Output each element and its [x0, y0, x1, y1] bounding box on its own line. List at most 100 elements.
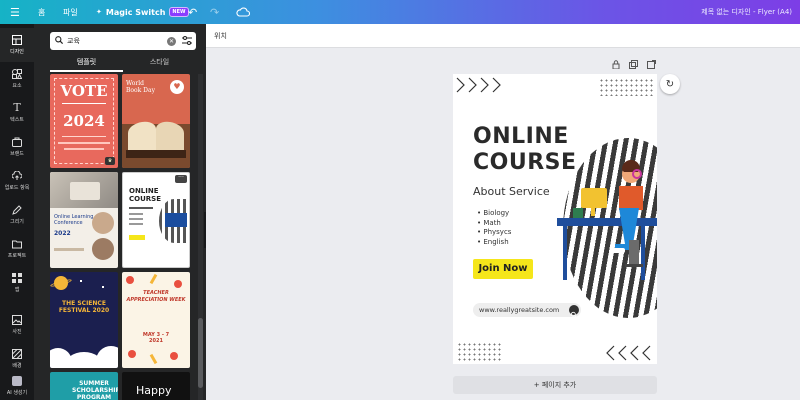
template-online-course[interactable]: ONLINE COURSE ··· [122, 172, 190, 268]
add-page-button[interactable]: + 페이지 추가 [453, 376, 657, 394]
rail-label: 프로젝트 [7, 253, 27, 259]
lock-icon[interactable] [612, 60, 620, 71]
rail-label: 그리기 [10, 219, 24, 225]
template-title: World Book Day [126, 80, 155, 94]
tab-templates[interactable]: 템플릿 [50, 54, 123, 72]
heart-icon: ♥ [170, 80, 184, 94]
flyer-page[interactable]: ONLINE COURSE About Service • Biology • … [453, 74, 657, 364]
dots-decor-bottom [457, 342, 501, 362]
tab-styles[interactable]: 스타일 [123, 54, 196, 72]
magic-icon: ✦ [96, 8, 102, 16]
url-pill: www.reallygreatsite.com [473, 303, 581, 317]
rail-label: 요소 [12, 83, 22, 89]
bullet-item: • English [477, 237, 509, 246]
crown-icon: ♛ [105, 157, 115, 165]
template-world-book-day[interactable]: World Book Day ♥ [122, 74, 190, 168]
shapes-icon [12, 69, 23, 79]
rail-ai[interactable]: AI 생성기 [0, 376, 34, 400]
rail-background[interactable]: 배경 [0, 342, 34, 376]
template-title: TEACHER APPRECIATION WEEK [126, 290, 186, 303]
rail-label: 사진 [12, 329, 22, 335]
apps-icon [12, 273, 22, 283]
rail-label: AI 생성기 [6, 390, 28, 396]
photo-icon [12, 315, 22, 325]
template-online-learning[interactable]: Online Learning Conference 2022 [50, 172, 118, 268]
ai-icon [12, 376, 22, 386]
rail-label: 배경 [12, 363, 22, 369]
template-year: 2024 [63, 112, 105, 130]
add-page-icon[interactable] [647, 60, 656, 71]
redo-icon[interactable]: ↷ [210, 0, 219, 24]
join-now-button[interactable]: Join Now [473, 259, 533, 279]
template-vote[interactable]: VOTE 2024 ♛ [50, 74, 118, 168]
new-badge: NEW [169, 7, 189, 17]
rail-label: 업로드 항목 [4, 185, 30, 191]
template-title: VOTE [60, 82, 108, 100]
brand-icon [12, 137, 22, 147]
rail-label: 텍스트 [10, 117, 24, 123]
template-title: ONLINE COURSE [129, 187, 161, 203]
background-icon [12, 349, 22, 359]
clear-search-icon[interactable]: ✕ [167, 36, 176, 46]
rail-draw[interactable]: 그리기 [0, 198, 34, 232]
refresh-icon[interactable]: ↻ [660, 74, 680, 94]
document-title[interactable]: 제목 없는 디자인 - Flyer (A4) [701, 0, 792, 24]
template-happy[interactable]: Happy [122, 372, 190, 400]
draw-icon [12, 205, 22, 215]
text-icon: T [13, 101, 21, 114]
templates-panel: 교육 ✕ 템플릿 스타일 VOTE 2024 ♛ World Book Day … [34, 24, 206, 400]
filter-icon[interactable] [182, 35, 192, 47]
search-icon [55, 36, 64, 46]
rail-elements[interactable]: 요소 [0, 62, 34, 96]
bullet-item: • Math [477, 218, 501, 227]
bullet-item: • Physycs [477, 228, 512, 237]
chevrons-decor [455, 76, 505, 98]
duplicate-icon[interactable] [629, 60, 638, 71]
rail-projects[interactable]: 프로젝트 [0, 232, 34, 266]
flyer-title-line1: ONLINE [473, 124, 569, 149]
left-rail: 디자인 요소 T 텍스트 브랜드 업로드 항목 그리기 프로젝트 앱 사진 배경… [0, 24, 34, 400]
position-button[interactable]: 위치 [214, 32, 227, 40]
template-science-festival[interactable]: THE SCIENCE FESTIVAL 2020 [50, 272, 118, 368]
chevrons-decor-bottom [605, 344, 655, 364]
student-illustration [545, 159, 657, 290]
canvas-workspace: 위치 ONLINE COURSE About Service • Biology… [206, 24, 800, 400]
template-title: SUMMER SCHOLARSHIP PROGRAM [72, 380, 118, 400]
rail-uploads[interactable]: 업로드 항목 [0, 164, 34, 198]
template-title: Happy [136, 384, 172, 397]
rail-brand[interactable]: 브랜드 [0, 130, 34, 164]
page-controls [612, 60, 656, 71]
scrollbar-thumb[interactable] [198, 318, 203, 388]
flyer-subtitle: About Service [473, 185, 550, 198]
search-icon [569, 305, 579, 318]
position-toolbar: 위치 [206, 24, 800, 48]
search-box[interactable]: 교육 ✕ [50, 32, 196, 50]
hamburger-icon[interactable]: ☰ [10, 0, 20, 24]
template-summer-scholarship[interactable]: SUMMER SCHOLARSHIP PROGRAM [50, 372, 118, 400]
undo-icon[interactable]: ↶ [188, 0, 197, 24]
file-menu[interactable]: 파일 [63, 0, 78, 24]
upload-icon [11, 170, 23, 181]
top-bar: ☰ 홈 파일 ✦ Magic Switch NEW ↶ ↷ 제목 없는 디자인 … [0, 0, 800, 24]
rail-apps[interactable]: 앱 [0, 266, 34, 300]
home-button[interactable]: 홈 [38, 0, 45, 24]
rail-text[interactable]: T 텍스트 [0, 96, 34, 130]
template-teacher-appreciation[interactable]: TEACHER APPRECIATION WEEK MAY 3 - 7 2021 [122, 272, 190, 368]
template-title: THE SCIENCE FESTIVAL 2020 [58, 300, 110, 314]
rail-label: 앱 [14, 287, 20, 293]
folder-icon [12, 239, 22, 249]
more-icon[interactable]: ··· [175, 175, 187, 183]
flyer-bullets: • Biology • Math • Physycs • English [477, 209, 511, 247]
rail-label: 디자인 [10, 49, 24, 55]
dots-decor-top [599, 78, 655, 96]
rail-photos[interactable]: 사진 [0, 308, 34, 342]
rail-design[interactable]: 디자인 [0, 28, 34, 62]
search-input[interactable]: 교육 [67, 36, 167, 46]
rail-label: 브랜드 [10, 151, 24, 157]
layout-icon [12, 35, 22, 45]
template-grid: VOTE 2024 ♛ World Book Day ♥ Online Lear… [50, 74, 196, 400]
panel-scrollbar[interactable] [198, 74, 203, 400]
magic-switch-button[interactable]: ✦ Magic Switch NEW [96, 0, 189, 24]
cloud-icon[interactable] [236, 0, 250, 24]
url-text: www.reallygreatsite.com [479, 306, 560, 314]
